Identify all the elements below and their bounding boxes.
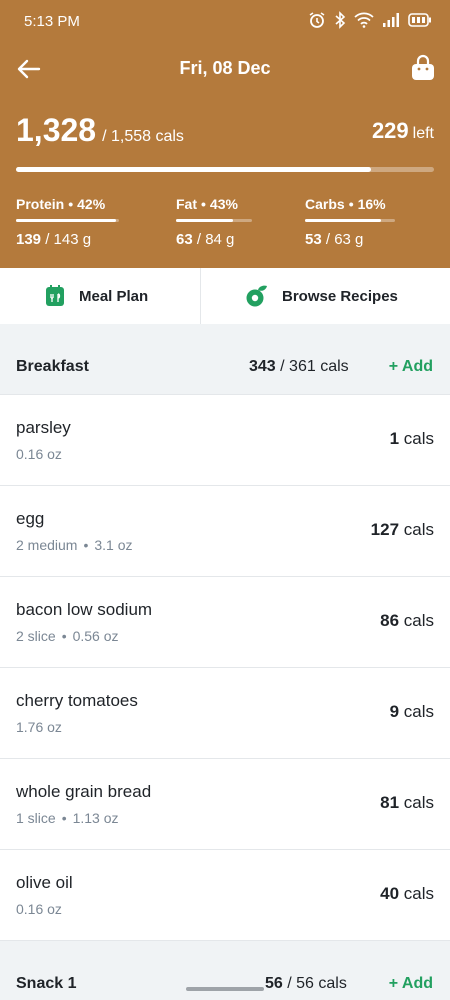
macro-carbs: Carbs • 16% 53 / 63 g — [305, 196, 425, 248]
calorie-summary: 1,328 / 1,558 cals 229 left — [16, 112, 434, 152]
macro-goal: / 63 g — [325, 231, 364, 248]
calorie-progress-bar — [16, 167, 434, 172]
macro-name: Carbs — [305, 196, 345, 212]
food-item[interactable]: whole grain bread 1 slice • 1.13 oz 81 cal… — [0, 758, 450, 850]
meal-calories-eaten: 56 — [265, 975, 283, 992]
food-name: whole grain bread — [16, 782, 152, 801]
food-amount: 1.76 oz — [16, 719, 62, 735]
shortcuts-bar: Meal Plan Browse Recipes — [0, 268, 450, 325]
calories-remaining-value: 229 — [371, 118, 409, 143]
meal-plan-button[interactable]: Meal Plan — [45, 268, 148, 324]
food-calories-unit: cals — [403, 520, 434, 539]
macro-percent: 16% — [357, 196, 386, 212]
browse-recipes-label: Browse Recipes — [282, 287, 398, 305]
meal-calories: 343 / 361 cals — [249, 358, 349, 376]
alarm-icon — [309, 12, 325, 28]
food-amount: 0.16 oz — [16, 901, 62, 917]
food-item[interactable]: cherry tomatoes 1.76 oz 9 cals — [0, 667, 450, 759]
meal-calories-goal: / 56 cals — [287, 975, 347, 992]
food-item[interactable]: olive oil 0.16 oz 40 cals — [0, 849, 450, 941]
food-weight: 3.1 oz — [94, 537, 133, 553]
status-icons — [308, 11, 432, 29]
date-title[interactable]: Fri, 08 Dec — [0, 58, 450, 79]
food-amount: 2 medium — [16, 537, 78, 553]
meal-title: Snack 1 — [16, 975, 77, 992]
food-weight: 0.56 oz — [72, 628, 119, 644]
food-amount: 0.16 oz — [16, 446, 62, 462]
breakfast-header: Breakfast 343 / 361 cals + Add — [0, 324, 450, 395]
food-calories-unit: cals — [403, 429, 434, 448]
macro-progress-fill — [16, 219, 116, 222]
macro-goal: / 143 g — [45, 231, 92, 248]
signal-icon — [383, 13, 399, 27]
food-calories: 40 — [380, 884, 400, 903]
macro-percent: 43% — [209, 196, 238, 212]
calories-remaining: 229 left — [372, 118, 434, 144]
food-name: bacon low sodium — [16, 600, 153, 619]
food-item[interactable]: bacon low sodium 2 slice • 0.56 oz 86 cals — [0, 576, 450, 668]
food-name: parsley — [16, 418, 71, 437]
add-snack1-button[interactable]: + Add — [389, 975, 433, 993]
food-calories: 127 — [370, 520, 400, 539]
macro-name: Fat — [176, 196, 197, 212]
food-calories: 81 — [380, 793, 400, 812]
macro-progress-fill — [176, 219, 233, 222]
daily-summary-header: 5:13 PM Fri, 08 Dec 1,328 / 1,558 cals 22… — [0, 0, 450, 268]
food-name: cherry tomatoes — [16, 691, 138, 710]
macro-protein: Protein • 42% 139 / 143 g — [16, 196, 136, 248]
browse-recipes-button[interactable]: Browse Recipes — [245, 268, 398, 324]
bluetooth-icon — [335, 11, 346, 29]
food-name: olive oil — [16, 873, 73, 892]
home-indicator[interactable] — [186, 987, 264, 991]
calories-consumed: 1,328 — [16, 112, 97, 148]
macro-amount: 63 — [176, 231, 193, 248]
food-item[interactable]: egg 2 medium • 3.1 oz 127 cals — [0, 485, 450, 577]
food-weight: 1.13 oz — [72, 810, 119, 826]
food-calories-unit: cals — [403, 702, 434, 721]
food-calories: 1 — [389, 429, 400, 448]
macro-progress-fill — [305, 219, 381, 222]
calorie-progress-fill — [16, 167, 372, 172]
meal-calories-goal: / 361 cals — [280, 358, 349, 375]
macros: Protein • 42% 139 / 143 g Fat • 43% 63 / 84 … — [16, 196, 434, 256]
macro-fat: Fat • 43% 63 / 84 g — [176, 196, 296, 248]
meal-calories-eaten: 343 — [249, 358, 276, 375]
food-calories-unit: cals — [403, 884, 434, 903]
battery-icon — [408, 13, 431, 27]
food-calories-unit: cals — [403, 793, 434, 812]
food-calories: 86 — [380, 611, 400, 630]
calories-goal: / 1,558 cals — [102, 128, 184, 145]
status-time: 5:13 PM — [24, 13, 80, 30]
macro-progress-bar — [16, 219, 119, 222]
food-item[interactable]: parsley 0.16 oz 1 cals — [0, 394, 450, 486]
recipe-leaf-icon — [246, 285, 267, 307]
meal-calories: 56 / 56 cals — [265, 975, 347, 993]
macro-amount: 53 — [305, 231, 322, 248]
macro-progress-bar — [305, 219, 395, 222]
shortcut-divider — [200, 268, 201, 324]
meal-plan-label: Meal Plan — [79, 287, 149, 305]
macro-name: Protein — [16, 196, 65, 212]
macro-goal: / 84 g — [196, 231, 235, 248]
add-breakfast-button[interactable]: + Add — [389, 358, 433, 376]
calories-remaining-label: left — [412, 125, 434, 142]
meal-title: Breakfast — [16, 358, 89, 375]
status-bar: 5:13 PM — [0, 0, 450, 44]
food-name: egg — [16, 509, 45, 528]
food-amount: 1 slice — [16, 810, 56, 826]
macro-percent: 42% — [77, 196, 106, 212]
top-bar: Fri, 08 Dec — [0, 44, 450, 96]
macro-amount: 139 — [16, 231, 42, 248]
food-calories: 9 — [389, 702, 400, 721]
snack1-header: Snack 1 56 / 56 cals + Add — [0, 941, 450, 1000]
food-calories-unit: cals — [403, 611, 434, 630]
shopping-bag-icon[interactable] — [410, 54, 436, 82]
food-amount: 2 slice — [16, 628, 56, 644]
macro-progress-bar — [176, 219, 252, 222]
meal-plan-icon — [46, 285, 64, 306]
wifi-icon — [354, 12, 374, 28]
